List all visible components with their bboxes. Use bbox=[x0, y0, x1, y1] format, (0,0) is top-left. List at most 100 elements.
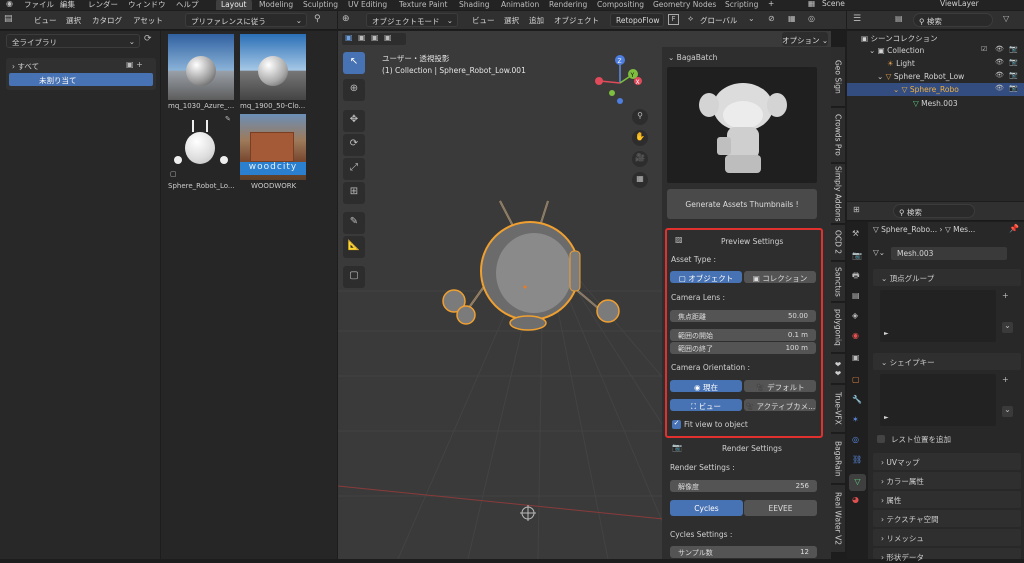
asset-thumb-clouds[interactable] bbox=[240, 34, 306, 100]
engine-eevee-button[interactable]: EEVEE bbox=[744, 500, 817, 516]
import-method-dropdown[interactable]: プリファレンスに従う ⌄ bbox=[185, 13, 307, 27]
retopoflow-button[interactable]: RetopoFlow bbox=[610, 13, 664, 27]
outliner-search[interactable]: ⚲ 検索 bbox=[913, 13, 993, 27]
checkbox-icon[interactable]: ☑ bbox=[981, 46, 987, 53]
select-subtract-icon[interactable]: ▣ bbox=[371, 34, 379, 42]
transform-tool-icon[interactable]: ⊞ bbox=[343, 182, 365, 204]
rotate-tool-icon[interactable]: ⟳ bbox=[343, 134, 365, 156]
vp-menu-object[interactable]: オブジェクト bbox=[554, 15, 599, 26]
move-tool-icon[interactable]: ✥ bbox=[343, 110, 365, 132]
eye-icon[interactable]: 👁 bbox=[995, 72, 1004, 79]
blender-logo-icon[interactable]: ◉ bbox=[6, 0, 13, 8]
modifier-tab-icon[interactable]: 🔧 bbox=[852, 396, 862, 404]
snap-icon[interactable]: ⊘ bbox=[768, 15, 775, 23]
shape-key-menu-icon[interactable]: ⌄ bbox=[1002, 406, 1013, 417]
perspective-grid-icon[interactable]: ▦ bbox=[632, 172, 648, 188]
attributes-section[interactable]: › 属性 bbox=[873, 491, 1021, 508]
properties-search[interactable]: ⚲ 検索 bbox=[893, 204, 975, 218]
eye-icon[interactable]: 👁 bbox=[995, 85, 1004, 92]
pivot-icon[interactable]: ⌄ bbox=[748, 15, 755, 23]
outliner-row-collection[interactable]: ⌄ ▣ Collection bbox=[869, 44, 924, 57]
editor-type-icon[interactable]: ⊕ bbox=[342, 15, 350, 24]
vp-menu-select[interactable]: 選択 bbox=[504, 15, 519, 26]
clip-start-field[interactable]: 範囲の開始 0.1 m bbox=[670, 329, 816, 341]
asset-menu-view[interactable]: ビュー bbox=[34, 15, 57, 26]
view-layer-tab-icon[interactable]: ▤ bbox=[852, 292, 860, 300]
mesh-data-selector[interactable]: ▽⌄ Mesh.003 bbox=[873, 247, 1013, 260]
scene-tab-icon[interactable]: ◈ bbox=[852, 312, 858, 320]
selection-mode-buttons[interactable]: ▣ ▣ ▣ ▣ bbox=[342, 33, 406, 45]
tab-texture-paint[interactable]: Texture Paint bbox=[394, 0, 452, 10]
mode-dropdown[interactable]: オブジェクトモード ⌄ bbox=[366, 13, 458, 27]
vertex-groups-section[interactable]: ⌄ 頂点グループ bbox=[873, 269, 1021, 286]
annotate-tool-icon[interactable]: ✎ bbox=[343, 212, 365, 234]
outliner-row-scene-collection[interactable]: ▣ シーンコレクション bbox=[861, 31, 938, 44]
physics-tab-icon[interactable]: ◎ bbox=[852, 436, 859, 444]
menu-file[interactable]: ファイル bbox=[24, 0, 54, 10]
asset-type-object-button[interactable]: ▢ オブジェクト bbox=[670, 271, 742, 283]
asset-menu-catalog[interactable]: カタログ bbox=[92, 15, 122, 26]
tab-true-vfx[interactable]: True-VFX bbox=[831, 385, 845, 433]
view-layer-name[interactable]: ViewLayer bbox=[940, 0, 979, 8]
remesh-section[interactable]: › リメッシュ bbox=[873, 529, 1021, 546]
asset-thumb-robot[interactable]: ✎ ▢ bbox=[168, 114, 234, 180]
outliner-row-light[interactable]: ☀ Light bbox=[887, 57, 915, 70]
tab-ocd[interactable]: OCD 2 bbox=[831, 225, 845, 261]
tab-sculpting[interactable]: Sculpting bbox=[298, 0, 343, 10]
add-cube-tool-icon[interactable]: ▢ bbox=[343, 266, 365, 288]
tab-bagarain[interactable]: BagaRain bbox=[831, 434, 845, 484]
refresh-icon[interactable]: ⟳ bbox=[144, 35, 152, 44]
asset-menu-asset[interactable]: アセット bbox=[133, 15, 163, 26]
focal-length-field[interactable]: 焦点距離 50.00 bbox=[670, 310, 816, 322]
library-dropdown[interactable]: 全ライブラリ ⌄ bbox=[6, 34, 140, 48]
tab-polygoniq[interactable]: polygoniq bbox=[831, 303, 845, 353]
add-vertex-group-icon[interactable]: + bbox=[1002, 292, 1009, 300]
zoom-icon[interactable]: ⚲ bbox=[632, 109, 648, 125]
tab-crowds-pro[interactable]: Crowds Pro bbox=[831, 108, 845, 163]
navigation-gizmo[interactable]: Z Y X bbox=[590, 53, 650, 113]
tool-tab-icon[interactable]: ⚒ bbox=[852, 230, 859, 238]
scale-tool-icon[interactable]: ⤢ bbox=[343, 158, 365, 180]
orient-view-button[interactable]: ⛶ ビュー bbox=[670, 399, 742, 411]
uv-maps-section[interactable]: › UVマップ bbox=[873, 453, 1021, 470]
tab-animation[interactable]: Animation bbox=[496, 0, 544, 10]
select-tool-icon[interactable]: ↖ bbox=[343, 52, 365, 74]
display-mode-icon[interactable]: ▤ bbox=[895, 15, 903, 23]
proportional-edit-icon[interactable]: ◎ bbox=[808, 15, 815, 23]
object-tab-icon[interactable]: ▢ bbox=[852, 376, 860, 384]
bagabatch-header[interactable]: ⌄ BagaBatch bbox=[668, 53, 717, 62]
filter-icon[interactable]: ⚲ bbox=[314, 15, 321, 24]
asset-type-collection-button[interactable]: ▣ コレクション bbox=[744, 271, 816, 283]
shape-keys-section[interactable]: ⌄ シェイプキー bbox=[873, 353, 1021, 370]
catalog-unassigned[interactable]: 未割り当て bbox=[9, 73, 153, 86]
tab-geometry-nodes[interactable]: Geometry Nodes bbox=[648, 0, 721, 10]
vertex-group-menu-icon[interactable]: ⌄ bbox=[1002, 322, 1013, 333]
pin-icon[interactable]: 📌 bbox=[1009, 225, 1019, 233]
f-key-icon[interactable]: F bbox=[668, 14, 679, 25]
new-catalog-icon[interactable]: ▣ + bbox=[126, 61, 143, 69]
tab-scripting[interactable]: Scripting bbox=[720, 0, 763, 10]
pan-hand-icon[interactable]: ✋ bbox=[632, 130, 648, 146]
vertex-groups-list[interactable]: ► bbox=[880, 290, 996, 342]
tab-sanctus[interactable]: Sanctus bbox=[831, 262, 845, 302]
tab-shading[interactable]: Shading bbox=[454, 0, 494, 10]
measure-tool-icon[interactable]: 📐 bbox=[343, 236, 365, 258]
tab-uv-editing[interactable]: UV Editing bbox=[343, 0, 392, 10]
menu-render[interactable]: レンダー bbox=[88, 0, 118, 10]
tab-layout[interactable]: Layout bbox=[216, 0, 252, 10]
tab-modeling[interactable]: Modeling bbox=[254, 0, 298, 10]
render-tab-icon[interactable]: 📷 bbox=[852, 252, 862, 260]
robot-model[interactable] bbox=[428, 191, 628, 341]
asset-menu-select[interactable]: 選択 bbox=[66, 15, 81, 26]
shape-keys-list[interactable]: ► bbox=[880, 374, 996, 426]
orient-current-button[interactable]: ◉ 現在 bbox=[670, 380, 742, 392]
eye-icon[interactable]: 👁 bbox=[995, 59, 1004, 66]
constraints-tab-icon[interactable]: ⛓ bbox=[852, 456, 862, 464]
select-invert-icon[interactable]: ▣ bbox=[384, 34, 392, 42]
tab-real-water[interactable]: Real Water V2 bbox=[831, 485, 845, 553]
rest-position-checkbox[interactable] bbox=[877, 435, 885, 443]
cursor-tool-icon[interactable]: ⊕ bbox=[343, 79, 365, 101]
outliner-filter-icon[interactable]: ▽ bbox=[1003, 15, 1009, 23]
resolution-field[interactable]: 解像度 256 bbox=[670, 480, 817, 492]
add-shape-key-icon[interactable]: + bbox=[1002, 376, 1009, 384]
